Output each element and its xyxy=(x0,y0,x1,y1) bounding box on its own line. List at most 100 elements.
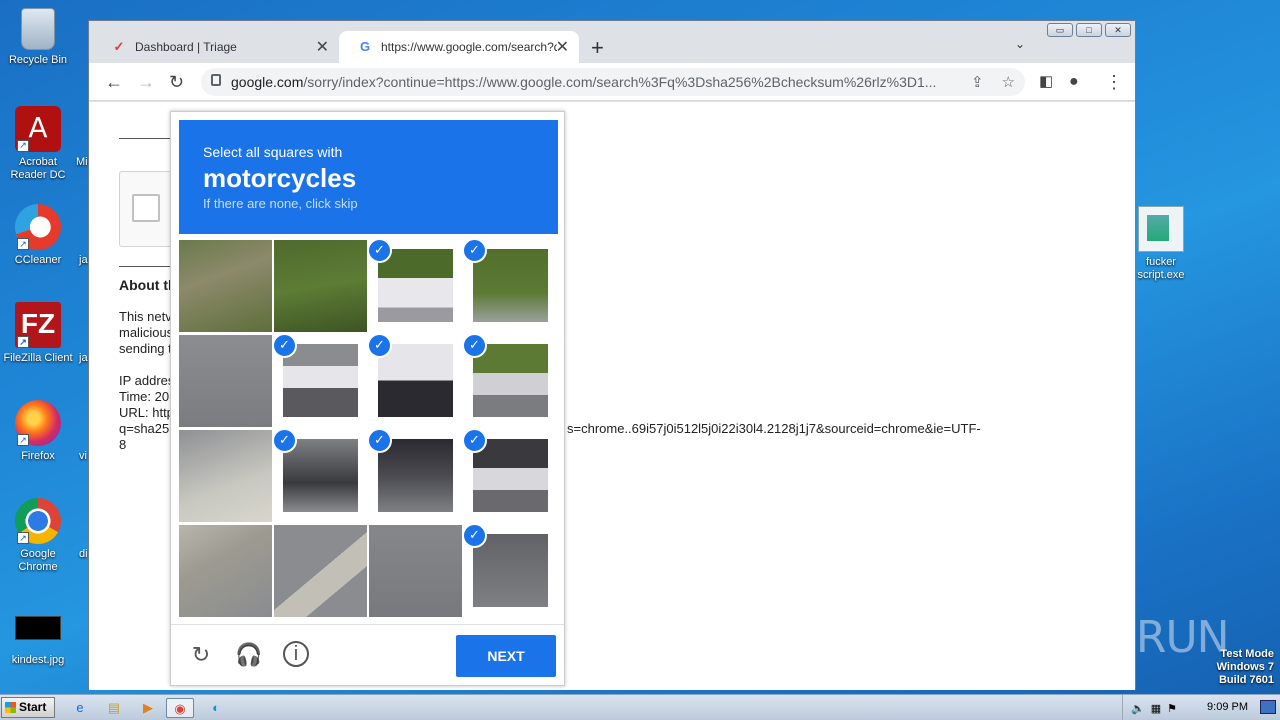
side-panel-icon[interactable]: ◧ xyxy=(1039,72,1053,92)
audio-headphones-icon[interactable]: 🎧 xyxy=(235,641,263,669)
desktop-icon-label: Google Chrome xyxy=(18,548,58,573)
captcha-tile[interactable] xyxy=(274,240,367,332)
partial-icon-label: vi xyxy=(79,450,87,462)
captcha-tile[interactable]: ✓ xyxy=(464,525,557,617)
sysinfo-line: Windows 7 xyxy=(1216,661,1274,673)
divider xyxy=(119,266,171,267)
captcha-tile[interactable]: ✓ xyxy=(464,430,557,522)
captcha-target: motorcycles xyxy=(203,163,357,193)
url-line-tail: 8 xyxy=(119,437,127,452)
ip-address-line: IP addres xyxy=(119,373,175,388)
profile-avatar-icon[interactable]: ● xyxy=(1069,72,1079,92)
ccleaner-icon: ↗ xyxy=(15,204,61,250)
network-icon[interactable]: ▦ xyxy=(1151,702,1161,715)
bookmark-star-icon[interactable]: ☆ xyxy=(1002,73,1015,91)
close-tab-icon[interactable]: ✕ xyxy=(316,37,329,57)
captcha-tile[interactable]: ✓ xyxy=(464,240,557,332)
captcha-tile[interactable] xyxy=(274,525,367,617)
checkbox-square[interactable] xyxy=(132,194,160,222)
tile-image xyxy=(473,534,548,607)
desktop-icon-firefox[interactable]: ↗ Firefox xyxy=(0,400,76,463)
tab-google-search[interactable]: G https://www.google.com/search?q= ✕ xyxy=(339,31,579,63)
omnibox-actions: ⇪ ☆ xyxy=(971,73,1015,91)
back-arrow-icon[interactable]: ← xyxy=(105,72,123,92)
tile-image xyxy=(283,439,358,512)
partial-icon-label: ja xyxy=(79,254,88,266)
explorer-folder-icon[interactable]: ▤ xyxy=(100,698,128,718)
captcha-tile[interactable]: ✓ xyxy=(274,430,367,522)
action-center-flag-icon[interactable]: ⚑ xyxy=(1167,702,1177,715)
reload-icon[interactable]: ↻ xyxy=(169,72,184,92)
forward-arrow-icon[interactable]: → xyxy=(137,72,155,92)
captcha-tile[interactable] xyxy=(179,430,272,522)
triage-favicon-icon: ✓ xyxy=(113,39,125,54)
anyrun-watermark: ANY RUN xyxy=(1036,612,1230,663)
next-button[interactable]: NEXT xyxy=(456,635,556,677)
show-desktop-button[interactable] xyxy=(1260,700,1276,714)
desktop-icon-label: Firefox xyxy=(21,450,55,462)
shortcut-arrow-icon: ↗ xyxy=(17,434,29,446)
google-favicon-icon: G xyxy=(359,39,371,54)
desktop-icon-acrobat[interactable]: A ↗ Acrobat Reader DC xyxy=(0,106,76,182)
firefox-icon: ↗ xyxy=(15,400,61,446)
desktop-icon-chrome[interactable]: ↗ Google Chrome xyxy=(0,498,76,574)
url-line-end: s=chrome..69i57j0i512l5j0i22i30l4.2128j1… xyxy=(567,421,981,436)
desktop-icon-recycle-bin[interactable]: Recycle Bin xyxy=(0,8,76,67)
url-line-start: q=sha256 xyxy=(119,421,177,436)
desktop-icon-filezilla[interactable]: FZ ↗ FileZilla Client xyxy=(0,302,76,365)
captcha-tile[interactable]: ✓ xyxy=(369,240,462,332)
tab-dashboard[interactable]: ✓ Dashboard | Triage ✕ xyxy=(93,31,339,63)
tile-image xyxy=(179,525,272,617)
captcha-challenge: Select all squares with motorcycles If t… xyxy=(170,111,565,686)
captcha-tile[interactable] xyxy=(369,525,462,617)
url-host: google.com xyxy=(231,74,304,90)
volume-icon[interactable]: 🔈 xyxy=(1131,702,1145,715)
menu-kebab-icon[interactable]: ⋮ xyxy=(1105,72,1123,92)
captcha-tile[interactable]: ✓ xyxy=(464,335,557,427)
close-tab-icon[interactable]: ✕ xyxy=(556,37,569,57)
url-line: URL: http xyxy=(119,405,174,420)
partial-icon-label: ja xyxy=(79,352,88,364)
tab-strip: ✓ Dashboard | Triage ✕ G https://www.goo… xyxy=(89,21,1135,63)
tab-search-chevron-icon[interactable]: ⌄ xyxy=(1015,37,1025,51)
sysinfo-line: Build 7601 xyxy=(1218,674,1274,686)
share-icon[interactable]: ⇪ xyxy=(971,73,984,91)
shortcut-arrow-icon: ↗ xyxy=(17,140,29,152)
image-file-icon xyxy=(15,616,61,640)
desktop-icon-kindest-jpg[interactable]: kindest.jpg xyxy=(0,606,76,667)
reload-challenge-icon[interactable]: ↻ xyxy=(187,641,215,669)
test-mode-info: Test Mode Windows 7 Build 7601 xyxy=(1217,648,1274,687)
media-player-icon[interactable]: ▶ xyxy=(134,698,162,718)
browser-toolbar: ← → ↻ google.com/sorry/index?continue=ht… xyxy=(89,63,1135,101)
tile-image xyxy=(274,240,367,332)
tile-image xyxy=(179,240,272,332)
desktop-icon-label: CCleaner xyxy=(14,254,62,266)
partial-icon-label: di xyxy=(79,548,88,560)
tile-image xyxy=(378,344,453,417)
captcha-tile[interactable]: ✓ xyxy=(274,335,367,427)
info-icon[interactable]: i xyxy=(283,641,309,667)
ie-icon[interactable]: e xyxy=(66,698,94,718)
captcha-tile[interactable] xyxy=(179,525,272,617)
tile-image xyxy=(473,344,548,417)
captcha-instruction: Select all squares with xyxy=(203,144,343,160)
captcha-tile[interactable] xyxy=(179,335,272,427)
captcha-tile[interactable] xyxy=(179,240,272,332)
desktop-icon-ccleaner[interactable]: ↗ CCleaner xyxy=(0,204,76,267)
tile-image xyxy=(378,249,453,322)
captcha-header: Select all squares with motorcycles If t… xyxy=(179,120,558,234)
tile-image xyxy=(378,439,453,512)
start-button[interactable]: Start xyxy=(1,697,55,718)
url-path: /sorry/index?continue=https://www.google… xyxy=(303,74,937,90)
chrome-taskbar-icon[interactable]: ◉ xyxy=(166,698,194,718)
lock-icon xyxy=(211,74,221,86)
clock[interactable]: 9:09 PM xyxy=(1207,701,1248,713)
captcha-tile[interactable]: ✓ xyxy=(369,335,462,427)
sysinfo-line: Test Mode xyxy=(1220,648,1274,660)
edge-icon[interactable]: ◐ xyxy=(202,698,230,718)
desktop-icon-label: Recycle Bin xyxy=(8,54,68,66)
desktop-icon-label: Acrobat Reader DC xyxy=(10,156,66,181)
address-bar[interactable]: google.com/sorry/index?continue=https://… xyxy=(201,68,1025,96)
new-tab-button[interactable]: + xyxy=(591,35,604,61)
captcha-tile[interactable]: ✓ xyxy=(369,430,462,522)
